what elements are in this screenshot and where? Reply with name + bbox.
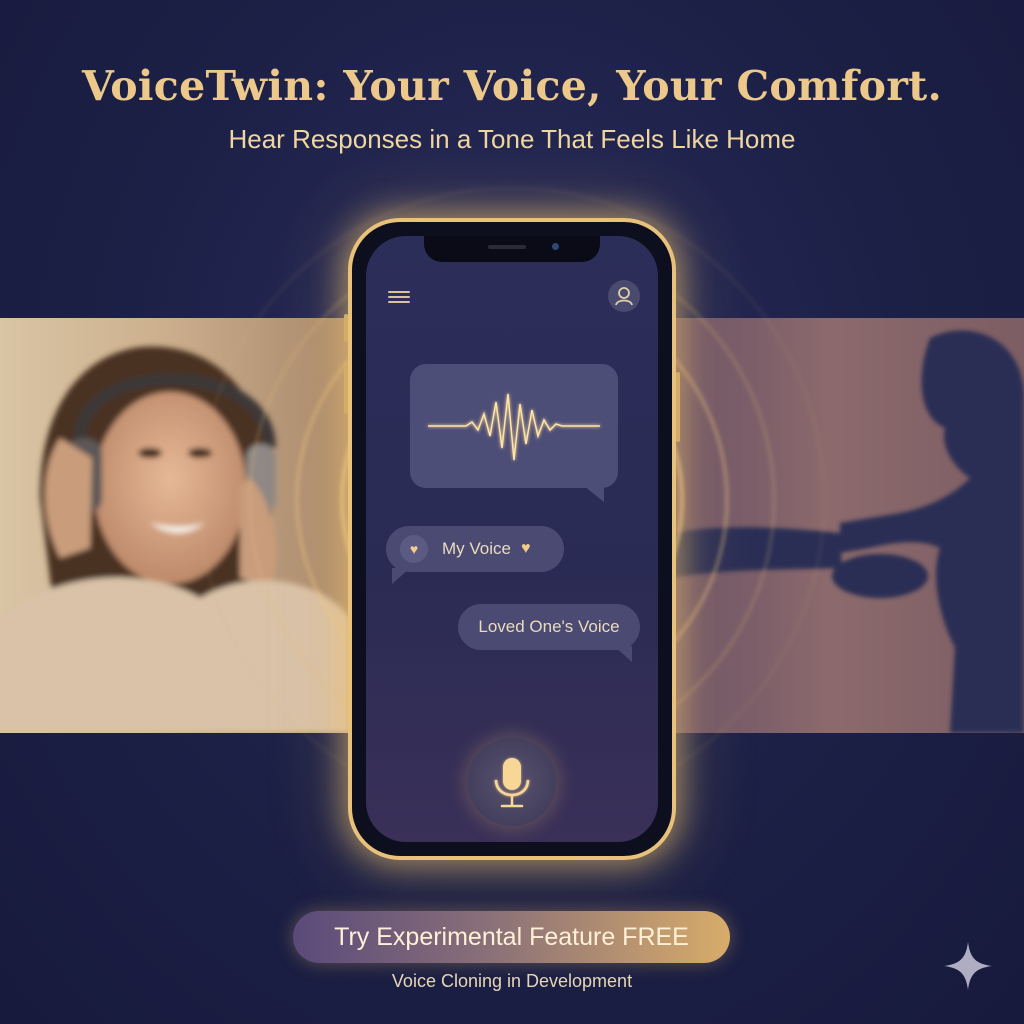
my-voice-chip[interactable]: ♥ My Voice ♥ [386, 526, 564, 584]
audio-waveform-icon [428, 393, 600, 461]
loved-ones-voice-label: Loved One's Voice [478, 617, 620, 636]
phone-side-button [676, 372, 680, 442]
loved-ones-voice-chip[interactable]: Loved One's Voice [458, 604, 640, 662]
page-subtitle: Hear Responses in a Tone That Feels Like… [228, 124, 796, 154]
my-voice-label: My Voice [442, 539, 511, 558]
voice-cloning-note: Voice Cloning in Development [391, 971, 633, 991]
microphone-button[interactable] [468, 738, 556, 826]
child-silhouette-photo [670, 318, 1024, 733]
heart-icon: ♥ [520, 540, 531, 557]
try-experimental-feature-button[interactable]: Try Experimental Feature FREE [293, 911, 730, 963]
phone-screen: ♥ My Voice ♥ Loved One's Voice [366, 236, 658, 842]
user-profile-icon[interactable] [608, 280, 640, 312]
camera-icon [552, 243, 559, 250]
phone-notch [424, 236, 600, 262]
hamburger-menu-icon[interactable] [388, 288, 410, 306]
microphone-icon [494, 758, 530, 808]
phone-side-button [344, 314, 348, 342]
woman-with-headphones-photo [0, 318, 350, 733]
page-title: VoiceTwin: Your Voice, Your Comfort. [81, 62, 943, 110]
phone-side-button [344, 362, 348, 414]
sparkle-icon [944, 942, 992, 990]
waveform-message-bubble [410, 364, 618, 502]
heart-icon: ♥ [400, 535, 428, 563]
phone-mockup: ♥ My Voice ♥ Loved One's Voice [344, 218, 680, 860]
phone-speaker [488, 245, 526, 249]
